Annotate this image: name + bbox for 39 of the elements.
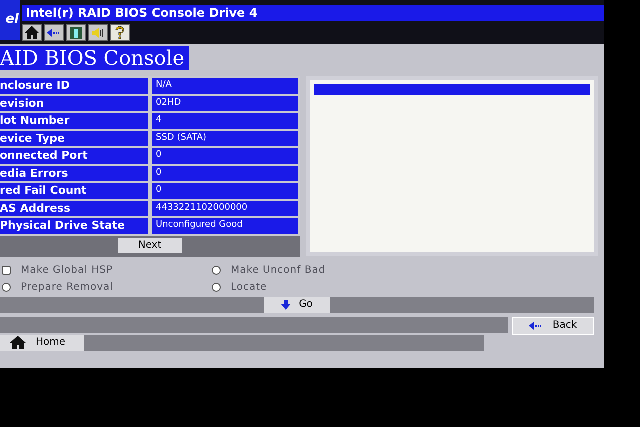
- property-label: onnected Port: [0, 148, 148, 164]
- radio-button[interactable]: [212, 266, 221, 274]
- option-label: Locate: [231, 280, 268, 294]
- property-label: evice Type: [0, 130, 148, 146]
- property-value: 4433221102000000: [152, 200, 298, 216]
- property-label: lot Number: [0, 113, 148, 128]
- property-value: 02HD: [152, 96, 298, 111]
- home-icon[interactable]: [24, 24, 40, 40]
- property-value: 0: [152, 166, 298, 181]
- option-label: Make Unconf Bad: [231, 264, 326, 278]
- checkbox[interactable]: [2, 266, 11, 274]
- next-button[interactable]: Next: [118, 238, 182, 252]
- back-button[interactable]: Back: [512, 316, 594, 334]
- logo: el: [0, 0, 20, 40]
- property-value: 4: [152, 113, 298, 128]
- property-value: Unconfigured Good: [152, 218, 298, 234]
- property-label: nclosure ID: [0, 78, 148, 94]
- window-title: Intel(r) RAID BIOS Console Drive 4: [22, 5, 604, 21]
- property-label: Physical Drive State: [0, 218, 148, 234]
- go-button[interactable]: Go: [264, 296, 330, 312]
- home-button[interactable]: Home: [0, 334, 84, 350]
- property-value: 0: [152, 148, 298, 164]
- radio-button[interactable]: [2, 282, 11, 292]
- property-value: SSD (SATA): [152, 130, 298, 146]
- property-label: evision: [0, 96, 148, 111]
- property-value: N/A: [152, 78, 298, 94]
- arrow-down-icon: [281, 300, 292, 310]
- question-mark-icon[interactable]: [114, 26, 126, 40]
- page-title: AID BIOS Console: [0, 46, 189, 70]
- home-icon: [10, 336, 26, 349]
- option-label: Prepare Removal: [21, 280, 114, 294]
- property-value: 0: [152, 183, 298, 198]
- door-icon[interactable]: [68, 24, 84, 40]
- arrow-left-icon: [528, 322, 543, 330]
- property-label: AS Address: [0, 200, 148, 216]
- radio-button[interactable]: [212, 282, 221, 292]
- property-label: edia Errors: [0, 166, 148, 181]
- property-label: red Fail Count: [0, 183, 148, 198]
- option-label: Make Global HSP: [21, 264, 113, 278]
